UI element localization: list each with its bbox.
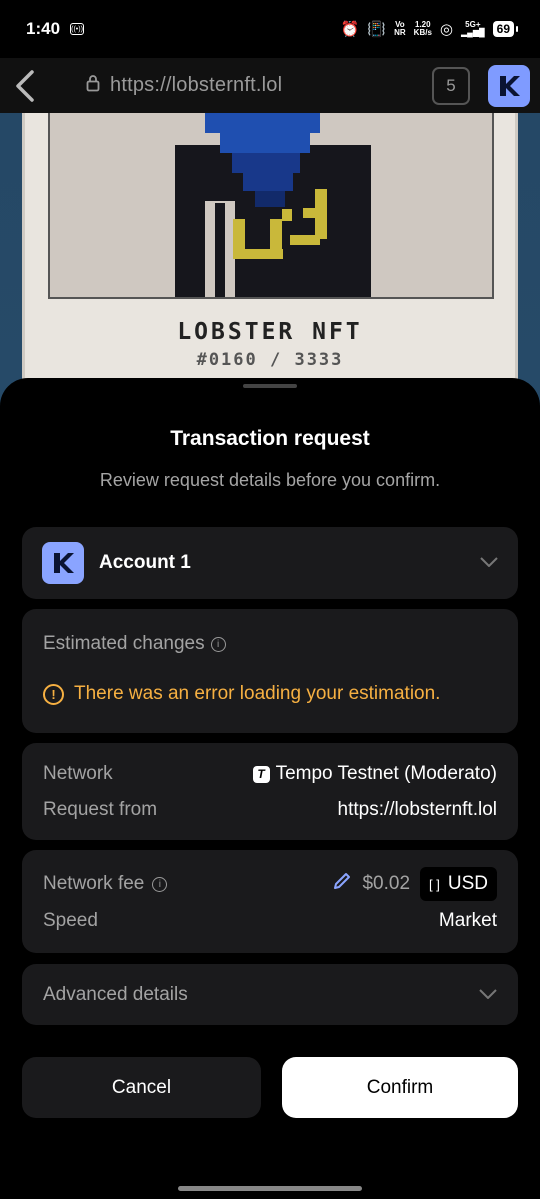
back-arrow-icon[interactable] <box>10 66 40 106</box>
nft-card: LOBSTER NFT #0160 / 3333 <box>22 113 518 413</box>
nft-artwork <box>48 113 494 299</box>
cancel-button[interactable]: Cancel <box>22 1057 261 1118</box>
network-fee-row: Network fee i $0.02 [ ] USD <box>43 867 497 901</box>
warning-icon: ! <box>43 683 64 705</box>
transaction-sheet: Transaction request Review request detai… <box>0 378 540 1199</box>
home-indicator[interactable] <box>178 1186 362 1191</box>
lock-icon <box>86 74 100 97</box>
network-fee-value: $0.02 [ ] USD <box>332 867 497 901</box>
account-avatar-icon <box>42 542 84 584</box>
hotspot-icon: ◎ <box>439 20 453 38</box>
request-from-value: https://lobsternft.lol <box>337 799 497 820</box>
confirm-button[interactable]: Confirm <box>282 1057 518 1118</box>
speed-value[interactable]: Market <box>439 910 497 932</box>
request-from-label: Request from <box>43 799 158 820</box>
network-label: Network <box>43 763 113 784</box>
sheet-drag-handle[interactable] <box>243 384 297 388</box>
chevron-down-icon <box>479 986 497 1004</box>
fee-info-icon[interactable]: i <box>152 876 168 892</box>
speed-unit: KB/s <box>413 28 432 37</box>
speed-indicator: 1.20 KB/s <box>414 21 432 37</box>
account-name: Account 1 <box>99 552 191 573</box>
network-value: T Tempo Testnet (Moderato) <box>252 763 497 785</box>
network-name: Tempo Testnet (Moderato) <box>275 763 497 784</box>
chevron-down-icon[interactable] <box>480 554 498 572</box>
estimation-error-text: There was an error loading your estimati… <box>74 683 441 704</box>
url-field[interactable]: https://lobsternft.lol <box>110 74 282 97</box>
browser-toolbar: https://lobsternft.lol 5 <box>0 58 540 113</box>
nft-title: LOBSTER NFT <box>177 319 363 345</box>
tab-count-button[interactable]: 5 <box>432 66 470 105</box>
vibrate-icon: 📳 <box>367 20 387 38</box>
nft-number: #0160 / 3333 <box>196 350 344 370</box>
status-bar: 1:40 ((•)) ⏰ 📳 Vo NR 1.20 KB/s ◎ 5G+ ▂▄▆█… <box>0 0 540 58</box>
fee-amount: $0.02 <box>362 873 411 894</box>
signal-label: 5G+ <box>465 20 481 29</box>
swap-icon: [ ] <box>429 876 440 892</box>
notification-icon: ((•)) <box>70 23 85 35</box>
speed-label: Speed <box>43 910 98 931</box>
estimated-changes-text: Estimated changes <box>43 633 205 654</box>
battery-icon: 69 <box>492 21 519 37</box>
alarm-icon: ⏰ <box>340 20 360 38</box>
currency-toggle[interactable]: [ ] USD <box>420 867 497 901</box>
signal-indicator: 5G+ ▂▄▆█ <box>461 20 485 37</box>
volte-bottom: NR <box>394 28 406 37</box>
sheet-subtitle: Review request details before you confir… <box>99 470 441 490</box>
estimated-changes-label: Estimated changes i <box>43 633 226 655</box>
volte-indicator: Vo NR <box>394 21 406 37</box>
sheet-title: Transaction request <box>170 427 370 450</box>
request-from-row: Request from https://lobsternft.lol <box>43 799 497 821</box>
currency-label: USD <box>447 873 488 894</box>
network-row: Network T Tempo Testnet (Moderato) <box>43 763 497 785</box>
network-fee-card: Network fee i $0.02 [ ] USD Speed Market <box>22 850 518 953</box>
advanced-details-toggle[interactable]: Advanced details <box>22 964 518 1025</box>
status-icons: ⏰ 📳 Vo NR 1.20 KB/s ◎ 5G+ ▂▄▆█ 69 <box>340 20 519 38</box>
wallet-logo-icon[interactable] <box>488 64 530 107</box>
network-details-card: Network T Tempo Testnet (Moderato) Reque… <box>22 743 518 840</box>
speed-row: Speed Market <box>43 910 497 932</box>
estimated-changes-card: Estimated changes i ! There was an error… <box>22 609 518 733</box>
advanced-details-label: Advanced details <box>43 983 188 1005</box>
estimation-error: ! There was an error loading your estima… <box>43 683 440 705</box>
status-time: 1:40 <box>26 19 61 38</box>
edit-pencil-icon[interactable] <box>332 871 352 897</box>
info-icon[interactable]: i <box>210 636 226 652</box>
network-fee-label: Network fee i <box>43 873 168 895</box>
tempo-network-icon: T <box>252 765 270 783</box>
network-fee-text: Network fee <box>43 873 145 894</box>
account-selector[interactable]: Account 1 <box>22 527 518 599</box>
